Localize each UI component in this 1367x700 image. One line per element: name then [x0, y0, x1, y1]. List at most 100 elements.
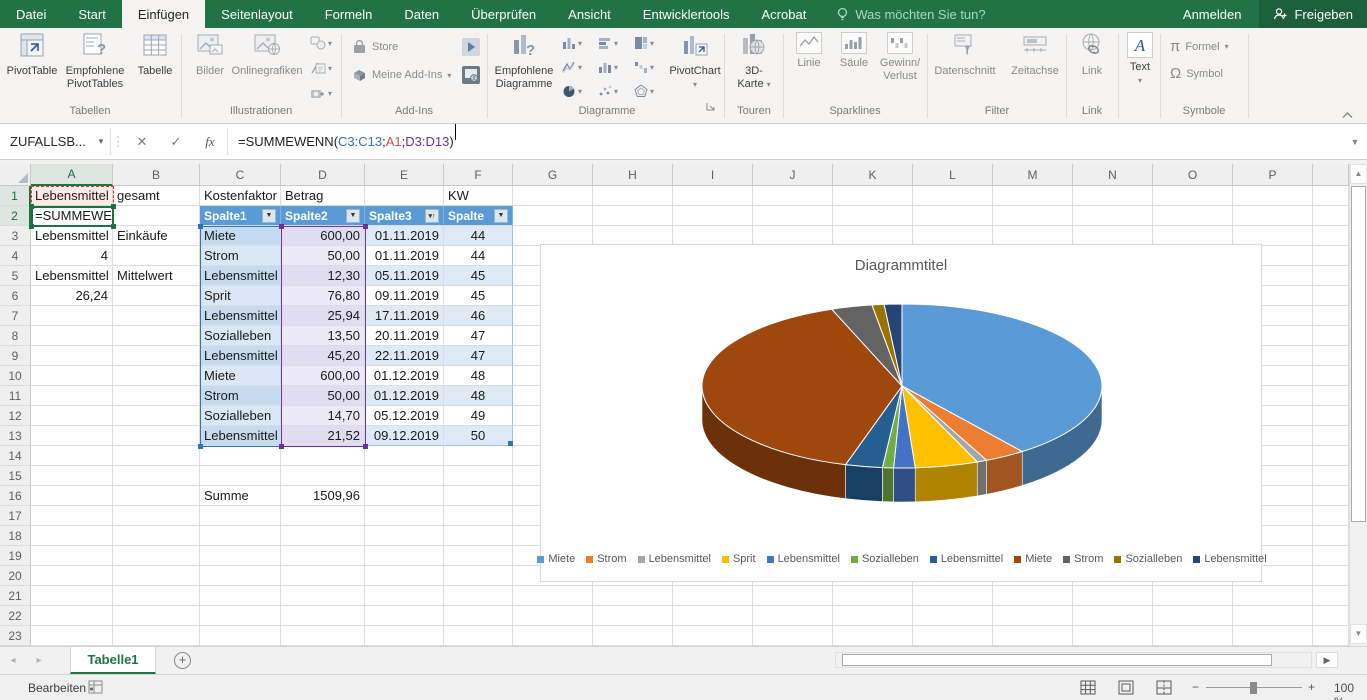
cell-C2[interactable]: Spalte1▼	[200, 206, 281, 226]
column-header-A[interactable]: A	[31, 164, 113, 186]
cell-B5[interactable]: Mittelwert	[113, 266, 200, 286]
row-header-4[interactable]: 4	[0, 246, 31, 266]
column-header-N[interactable]: N	[1073, 164, 1153, 186]
cell-partial-11[interactable]	[1313, 386, 1349, 406]
cell-F23[interactable]	[444, 626, 513, 646]
new-sheet-button[interactable]: +	[174, 652, 191, 669]
cell-A6[interactable]: 26,24	[31, 286, 113, 306]
cell-P21[interactable]	[1233, 586, 1313, 606]
cell-C1[interactable]: Kostenfaktor	[200, 186, 281, 206]
row-header-14[interactable]: 14	[0, 446, 31, 466]
cell-E14[interactable]	[365, 446, 444, 466]
row-header-21[interactable]: 21	[0, 586, 31, 606]
horizontal-scrollbar[interactable]	[835, 652, 1312, 668]
column-header-D[interactable]: D	[281, 164, 365, 186]
cell-F8[interactable]: 47	[444, 326, 513, 346]
cell-D7[interactable]: 25,94	[281, 306, 365, 326]
cell-E2[interactable]: Spalte3▾↑	[365, 206, 444, 226]
legend-item[interactable]: Lebensmittel	[767, 553, 840, 565]
cell-A19[interactable]	[31, 546, 113, 566]
zoom-out-button[interactable]: −	[1192, 680, 1199, 694]
cell-F2[interactable]: Spalte▼	[444, 206, 513, 226]
scroll-down-button[interactable]: ▼	[1350, 624, 1367, 644]
cell-B4[interactable]	[113, 246, 200, 266]
cell-I23[interactable]	[673, 626, 753, 646]
line-chart-button[interactable]: ▾	[562, 60, 582, 74]
ribbon-tab-formeln[interactable]: Formeln	[309, 0, 389, 28]
ribbon-tab-einfügen[interactable]: Einfügen	[122, 0, 205, 28]
timeline-button[interactable]: Zeitachse	[1006, 32, 1064, 78]
sheet-nav-left-arrow[interactable]: ◂	[0, 647, 26, 674]
ribbon-tab-start[interactable]: Start	[62, 0, 121, 28]
scroll-right-button[interactable]: ▶	[1316, 652, 1338, 668]
cell-F6[interactable]: 45	[444, 286, 513, 306]
cell-I2[interactable]	[673, 206, 753, 226]
column-header-I[interactable]: I	[673, 164, 753, 186]
cell-partial-13[interactable]	[1313, 426, 1349, 446]
cell-J22[interactable]	[753, 606, 833, 626]
cell-partial-2[interactable]	[1313, 206, 1349, 226]
cell-A11[interactable]	[31, 386, 113, 406]
cell-C23[interactable]	[200, 626, 281, 646]
normal-view-button[interactable]	[1080, 680, 1096, 698]
ribbon-tab-entwicklertools[interactable]: Entwicklertools	[627, 0, 746, 28]
cell-B11[interactable]	[113, 386, 200, 406]
cell-C15[interactable]	[200, 466, 281, 486]
cell-D20[interactable]	[281, 566, 365, 586]
cell-G2[interactable]	[513, 206, 593, 226]
cell-D21[interactable]	[281, 586, 365, 606]
cell-M1[interactable]	[993, 186, 1073, 206]
cell-partial-14[interactable]	[1313, 446, 1349, 466]
legend-item[interactable]: Sozialleben	[851, 553, 919, 565]
formula-bar-handle[interactable]: ⋮	[111, 124, 125, 159]
cell-F22[interactable]	[444, 606, 513, 626]
cell-F11[interactable]: 48	[444, 386, 513, 406]
sheet-tab-tabelle1[interactable]: Tabelle1	[70, 647, 156, 674]
cell-D18[interactable]	[281, 526, 365, 546]
row-header-2[interactable]: 2	[0, 206, 31, 226]
cell-A21[interactable]	[31, 586, 113, 606]
cell-E21[interactable]	[365, 586, 444, 606]
cell-B18[interactable]	[113, 526, 200, 546]
cell-partial-23[interactable]	[1313, 626, 1349, 646]
cell-D19[interactable]	[281, 546, 365, 566]
column-header-F[interactable]: F	[444, 164, 513, 186]
cell-G23[interactable]	[513, 626, 593, 646]
slicer-button[interactable]: Datenschnitt	[930, 32, 1000, 78]
cell-N3[interactable]	[1073, 226, 1153, 246]
sheet-nav-right-arrow[interactable]: ▸	[26, 647, 52, 674]
cell-F5[interactable]: 45	[444, 266, 513, 286]
cell-D4[interactable]: 50,00	[281, 246, 365, 266]
row-header-7[interactable]: 7	[0, 306, 31, 326]
cell-B8[interactable]	[113, 326, 200, 346]
bar-chart-button[interactable]: ▾	[598, 36, 618, 50]
cell-K3[interactable]	[833, 226, 913, 246]
cell-G1[interactable]	[513, 186, 593, 206]
cell-B22[interactable]	[113, 606, 200, 626]
cell-F18[interactable]	[444, 526, 513, 546]
cell-C17[interactable]	[200, 506, 281, 526]
stat-chart-button[interactable]: ▾	[598, 60, 618, 74]
table-button[interactable]: Tabelle	[132, 32, 178, 78]
legend-item[interactable]: Miete	[537, 553, 575, 565]
cell-C10[interactable]: Miete	[200, 366, 281, 386]
cell-D13[interactable]: 21,52	[281, 426, 365, 446]
column-header-B[interactable]: B	[113, 164, 200, 186]
cell-F3[interactable]: 44	[444, 226, 513, 246]
ribbon-tab-überprüfen[interactable]: Überprüfen	[455, 0, 552, 28]
cell-K22[interactable]	[833, 606, 913, 626]
cell-E12[interactable]: 05.12.2019	[365, 406, 444, 426]
cell-F13[interactable]: 50	[444, 426, 513, 446]
sparkline-column-button[interactable]: Säule	[833, 32, 875, 70]
column-header-J[interactable]: J	[753, 164, 833, 186]
legend-item[interactable]: Strom	[586, 553, 626, 565]
cell-partial-10[interactable]	[1313, 366, 1349, 386]
horizontal-scroll-thumb[interactable]	[842, 654, 1272, 666]
cell-B9[interactable]	[113, 346, 200, 366]
cell-C3[interactable]: Miete	[200, 226, 281, 246]
vertical-scrollbar[interactable]: ▲ ▼	[1349, 164, 1367, 646]
filter-dropdown-button[interactable]: ▼	[262, 209, 276, 223]
sign-in-button[interactable]: Anmelden	[1165, 0, 1260, 28]
cell-B1[interactable]: gesamt	[113, 186, 200, 206]
symbol-button[interactable]: Ω Symbol	[1170, 65, 1223, 82]
